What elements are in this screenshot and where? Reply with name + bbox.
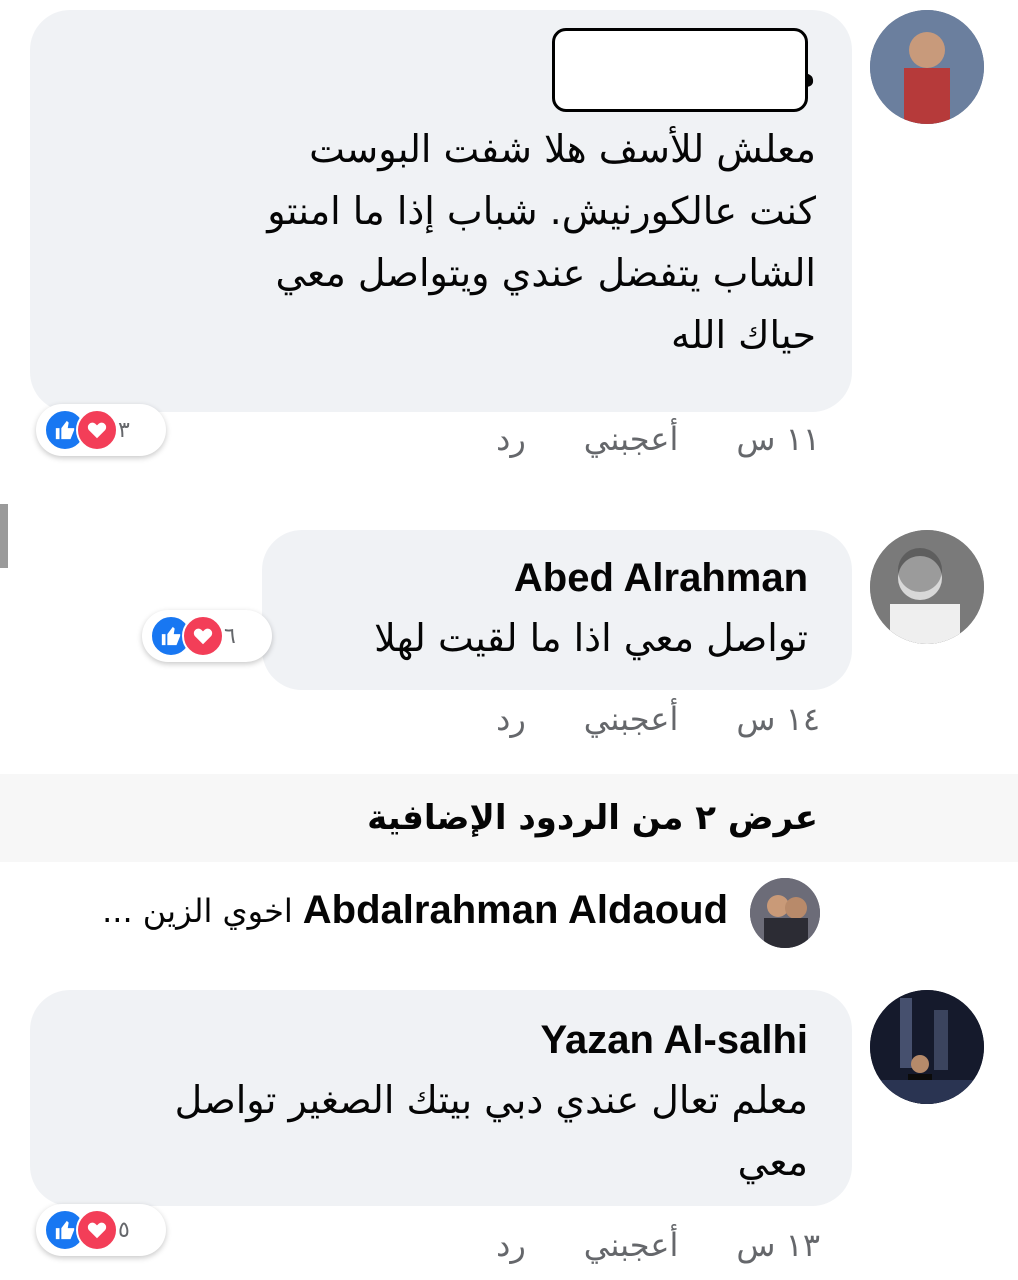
comment-meta: ١٤ س أعجبني رد bbox=[496, 700, 820, 738]
reaction-summary[interactable]: ٦ bbox=[142, 610, 272, 662]
love-icon bbox=[76, 1209, 118, 1251]
reaction-count: ٦ bbox=[224, 623, 236, 649]
timestamp[interactable]: ١١ س bbox=[736, 420, 820, 458]
commenter-avatar[interactable] bbox=[750, 878, 820, 948]
scroll-indicator bbox=[0, 504, 8, 568]
reply-button[interactable]: رد bbox=[496, 1226, 526, 1264]
reply-button[interactable]: رد bbox=[496, 700, 526, 738]
comment-meta: ١٣ س أعجبني رد bbox=[496, 1226, 820, 1264]
comment-text: تواصل معي اذا ما لقيت لهلا bbox=[374, 616, 808, 660]
comment-author[interactable]: Yazan Al-salhi bbox=[66, 1018, 809, 1063]
comment-text: معلش للأسف هلا شفت البوست كنت عالكورنيش.… bbox=[267, 127, 816, 357]
comment-meta: ١١ س أعجبني رد bbox=[496, 420, 820, 458]
reply-button[interactable]: رد bbox=[496, 420, 526, 458]
collapsed-reply[interactable]: Abdalrahman Aldaoud اخوي الزين ... bbox=[102, 888, 728, 933]
timestamp[interactable]: ١٣ س bbox=[736, 1226, 820, 1264]
reply-snippet: اخوي الزين ... bbox=[102, 891, 293, 930]
commenter-avatar[interactable] bbox=[870, 530, 984, 644]
comment-bubble: Yazan Al-salhi معلم تعال عندي دبي بيتك ا… bbox=[30, 990, 852, 1206]
reaction-count: ٣ bbox=[118, 417, 130, 443]
timestamp[interactable]: ١٤ س bbox=[736, 700, 820, 738]
like-button[interactable]: أعجبني bbox=[584, 1226, 679, 1264]
comment-author[interactable]: Abed Alrahman bbox=[292, 556, 808, 601]
redaction-box bbox=[552, 28, 808, 112]
reaction-summary[interactable]: ٥ bbox=[36, 1204, 166, 1256]
commenter-avatar[interactable] bbox=[870, 10, 984, 124]
view-more-replies-link[interactable]: عرض ٢ من الردود الإضافية bbox=[0, 774, 1018, 862]
reply-author[interactable]: Abdalrahman Aldaoud bbox=[303, 888, 728, 933]
commenter-avatar[interactable] bbox=[870, 990, 984, 1104]
like-button[interactable]: أعجبني bbox=[584, 700, 679, 738]
reaction-summary[interactable]: ٣ bbox=[36, 404, 166, 456]
love-icon bbox=[182, 615, 224, 657]
love-icon bbox=[76, 409, 118, 451]
comment-bubble: Abed Alrahman تواصل معي اذا ما لقيت لهلا bbox=[262, 530, 852, 690]
comment-text: معلم تعال عندي دبي بيتك الصغير تواصل معي bbox=[174, 1078, 808, 1184]
reaction-count: ٥ bbox=[118, 1217, 130, 1243]
like-button[interactable]: أعجبني bbox=[584, 420, 679, 458]
